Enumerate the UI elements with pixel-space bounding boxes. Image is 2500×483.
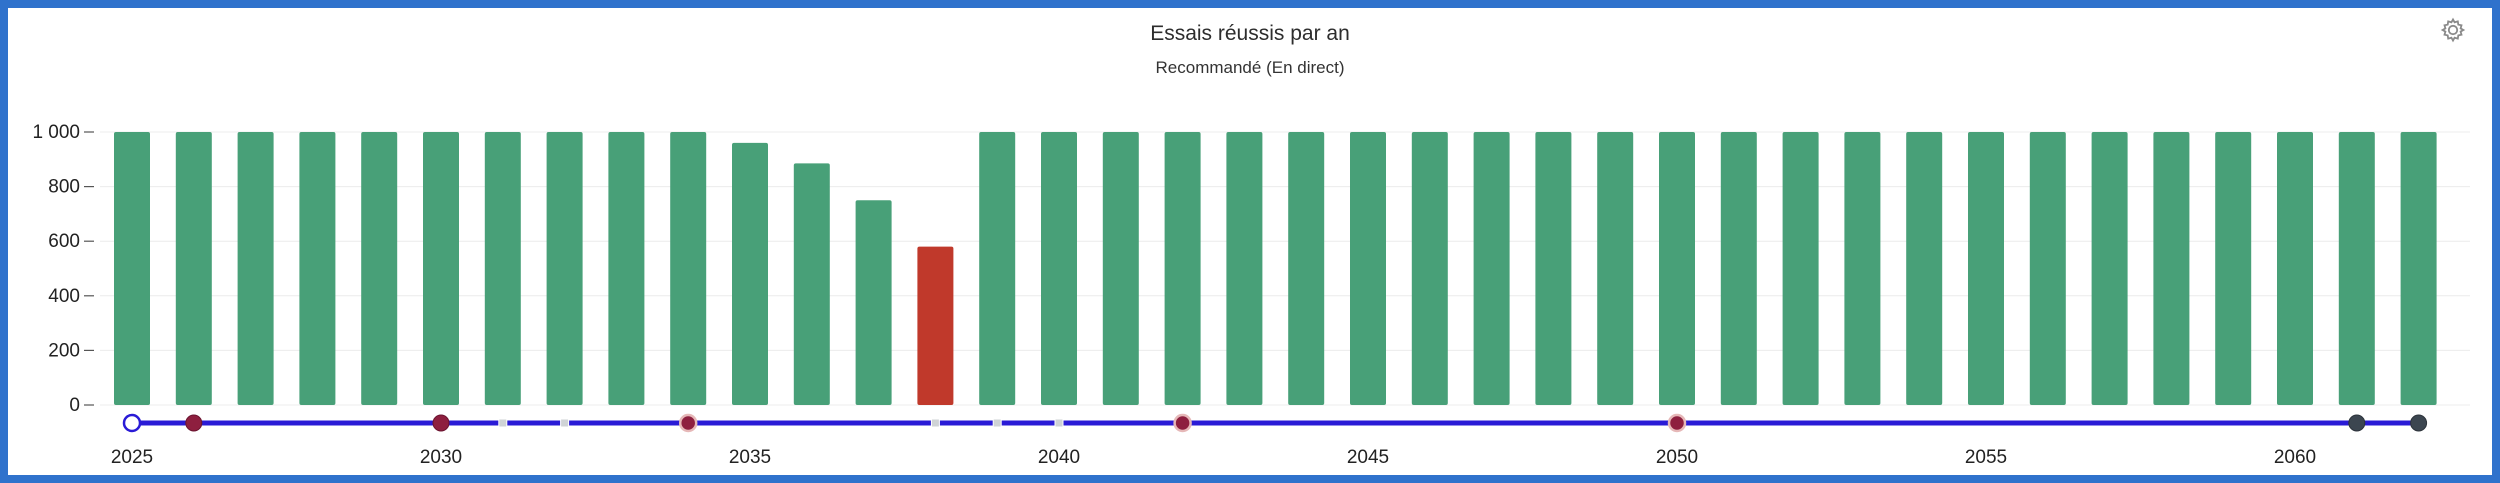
y-tick-label: 600 — [48, 231, 80, 252]
timeline-marker — [2348, 414, 2366, 432]
x-tick-label: 2040 — [1038, 447, 1080, 468]
bar — [1968, 132, 2004, 405]
bar — [1041, 132, 1077, 405]
bar — [1720, 132, 1757, 405]
timeline-marker — [432, 414, 450, 432]
bar — [1350, 132, 1386, 405]
timeline-marker — [930, 418, 940, 428]
timeline-marker — [498, 418, 508, 428]
bar — [1164, 132, 1201, 405]
bar — [423, 132, 459, 405]
bar — [608, 132, 645, 405]
bar — [855, 200, 892, 405]
y-tick-label: 0 — [69, 395, 80, 416]
x-tick-label: 2045 — [1347, 447, 1389, 468]
bar — [670, 132, 707, 405]
bar — [546, 132, 583, 405]
timeline-marker — [2410, 414, 2428, 432]
bar — [2400, 132, 2437, 405]
bar — [2153, 132, 2190, 405]
timeline-marker — [122, 413, 142, 433]
x-tick-label: 2055 — [1965, 447, 2007, 468]
bar — [2091, 132, 2128, 405]
y-tick-label: 400 — [48, 286, 80, 307]
bar — [2215, 132, 2252, 405]
bar — [1226, 132, 1263, 405]
y-tick-label: 1 000 — [32, 122, 80, 143]
bar — [237, 132, 274, 405]
timeline-marker — [1667, 413, 1687, 433]
x-tick-label: 2025 — [111, 447, 153, 468]
bar — [1844, 132, 1881, 405]
bar — [175, 132, 212, 405]
timeline-marker — [185, 414, 203, 432]
x-tick-label: 2030 — [420, 447, 462, 468]
bar — [114, 132, 150, 405]
timeline-marker — [560, 418, 570, 428]
bar-chart: 0 200 400 600 800 1 000 2025 2030 2035 2040 2045 20… — [32, 122, 2470, 468]
timeline-marker — [678, 413, 698, 433]
timeline-marker — [1173, 413, 1192, 433]
x-tick-label: 2050 — [1656, 447, 1698, 468]
x-tick-label: 2060 — [2274, 447, 2316, 468]
bar — [1659, 132, 1695, 405]
bar — [299, 132, 336, 405]
bar — [1102, 132, 1139, 405]
y-tick-label: 200 — [48, 340, 80, 361]
bar — [1906, 132, 1943, 405]
bar — [1597, 132, 1634, 405]
bar — [917, 246, 954, 405]
bar — [793, 163, 830, 405]
bar — [1473, 132, 1510, 405]
bar — [732, 142, 768, 406]
bar — [2277, 132, 2313, 405]
timeline-marker — [992, 418, 1002, 428]
x-tick-label: 2035 — [729, 447, 771, 468]
y-tick-label: 800 — [48, 177, 80, 198]
bar — [2338, 132, 2375, 405]
bar — [484, 132, 521, 405]
bar — [1535, 132, 1572, 405]
bar — [1782, 132, 1819, 405]
bar — [1411, 132, 1448, 405]
bar — [361, 132, 398, 405]
bar — [1288, 132, 1325, 405]
bar — [2029, 132, 2066, 405]
bar — [979, 132, 1016, 405]
timeline-marker — [1054, 418, 1064, 428]
